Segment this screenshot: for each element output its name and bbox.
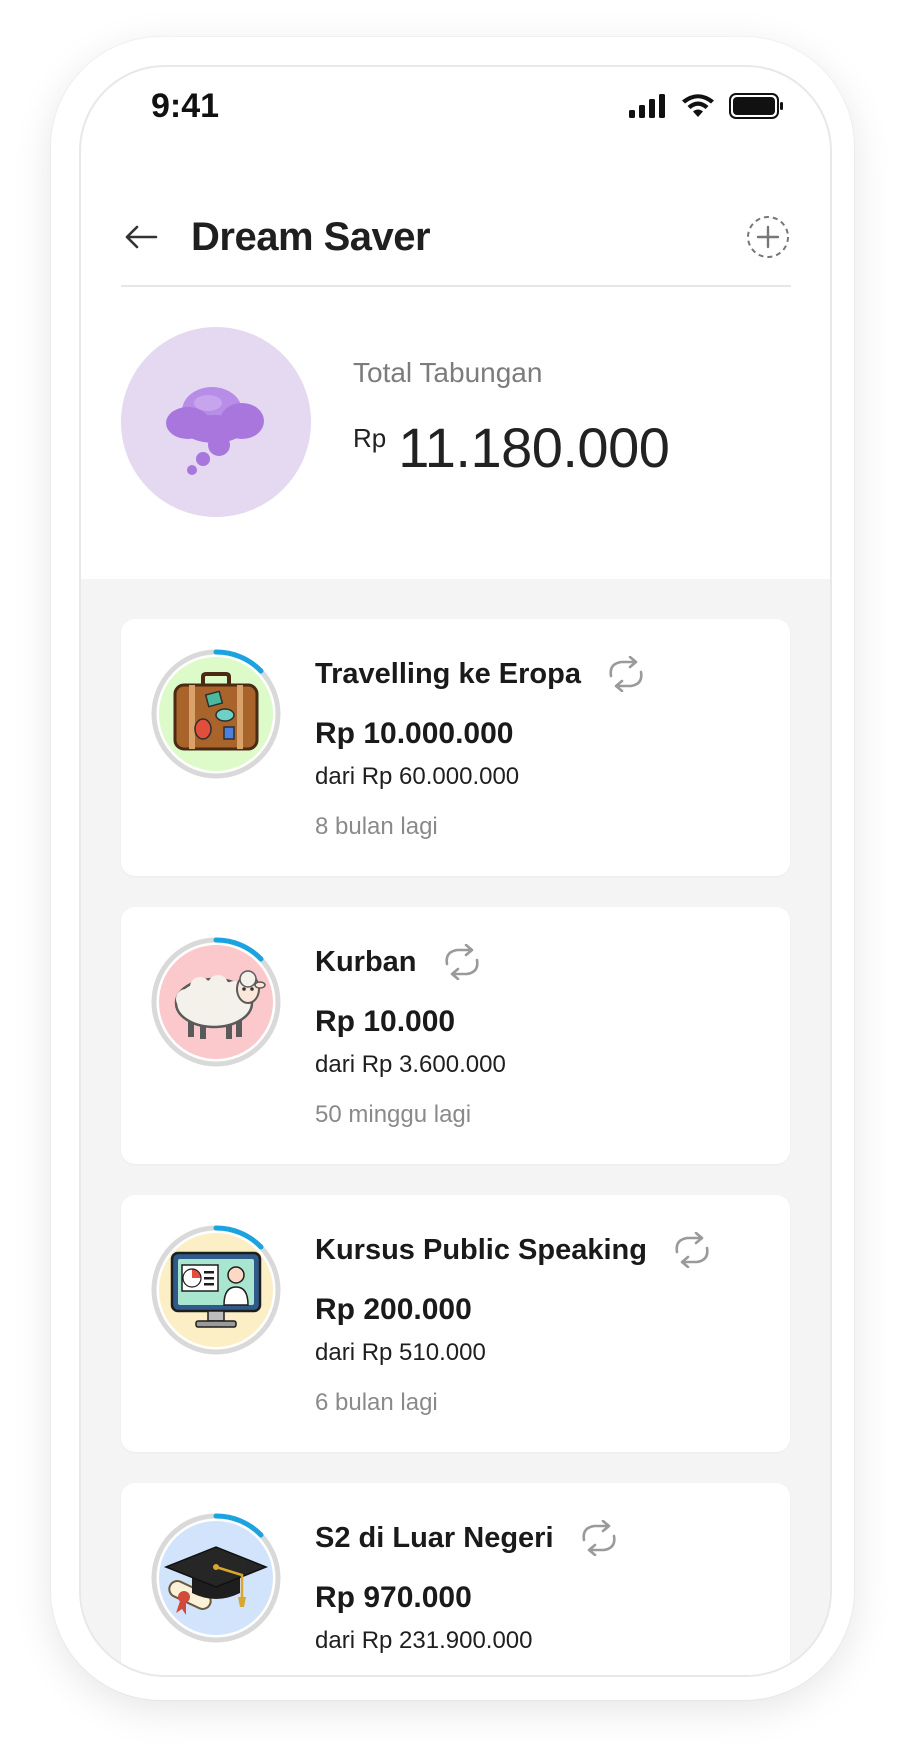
goal-saved-amount: Rp 970.000 [315,1581,472,1614]
graduation-cap-icon [163,1546,269,1615]
goal-card[interactable]: Kurban Rp 10.000 dari Rp 3.600.000 50 mi… [121,907,790,1164]
goal-title: S2 di Luar Negeri [315,1521,554,1554]
goal-time-remaining: 50 minggu lagi [315,1101,472,1128]
goal-saved-amount: Rp 10.000 [315,1005,456,1038]
repeat-icon [444,944,479,980]
suitcase-icon [173,672,259,751]
goal-avatar-bg [159,1521,273,1635]
repeat-icon [581,1520,616,1556]
summary-avatar [121,327,311,517]
sheep-icon [174,970,266,1039]
goal-avatar [151,1225,281,1355]
goal-time-remaining: 6 bulan lagi [315,1389,438,1416]
goal-target-amount: dari Rp 3.600.000 [315,1051,506,1078]
header-left: Dream Saver [121,214,431,260]
goal-avatar [151,649,281,779]
goal-avatar [151,937,281,1067]
goal-title-row: Kursus Public Speaking [315,1225,713,1275]
goal-title: Kursus Public Speaking [315,1233,647,1266]
add-goal-button[interactable] [745,214,791,260]
goal-title: Kurban [315,945,417,978]
thought-cloud-icon [166,387,264,475]
goal-avatar-bg [159,657,273,771]
goal-title-row: S2 di Luar Negeri [315,1513,620,1563]
repeat-icon [675,1232,709,1268]
goal-avatar [151,1513,281,1643]
goal-target-amount: dari Rp 231.900.000 [315,1627,533,1654]
summary-amount: Rp 11.180.000 [353,415,670,480]
goal-title-row: Kurban [315,937,483,987]
arrow-left-icon [125,225,158,249]
goals-list: Travelling ke Eropa Rp 10.000.000 dari R… [81,579,830,1675]
signal-icon [629,94,665,118]
goal-card[interactable]: Travelling ke Eropa Rp 10.000.000 dari R… [121,619,790,876]
total-savings-summary: Total Tabungan Rp 11.180.000 [121,327,791,517]
goal-avatar-bg [159,945,273,1059]
status-time: 9:41 [151,87,220,125]
back-button[interactable] [121,217,161,257]
goal-card[interactable]: S2 di Luar Negeri Rp 970.000 dari Rp 231… [121,1483,790,1675]
summary-label: Total Tabungan [353,357,543,388]
goal-avatar-bg [159,1233,273,1347]
app-header: Dream Saver [121,192,791,282]
phone-screen: 9:41 Dream Saver Total Tabungan Rp 11.18… [79,65,832,1677]
goal-title: Travelling ke Eropa [315,657,581,690]
summary-currency: Rp [353,423,387,453]
summary-value: 11.180.000 [398,416,670,479]
wifi-icon [682,94,714,117]
header-divider [121,285,791,287]
plus-circle-dashed-icon [747,216,789,258]
goal-card[interactable]: Kursus Public Speaking Rp 200.000 dari R… [121,1195,790,1452]
goal-saved-amount: Rp 200.000 [315,1293,472,1326]
presentation-monitor-icon [170,1251,262,1328]
repeat-icon [609,656,643,692]
page-title: Dream Saver [191,214,431,259]
battery-icon [729,93,783,119]
goal-time-remaining: 8 bulan lagi [315,813,438,840]
status-icons [629,93,785,119]
goal-target-amount: dari Rp 60.000.000 [315,763,520,790]
goal-saved-amount: Rp 10.000.000 [315,717,514,750]
goal-target-amount: dari Rp 510.000 [315,1339,486,1366]
goal-title-row: Travelling ke Eropa [315,649,647,699]
